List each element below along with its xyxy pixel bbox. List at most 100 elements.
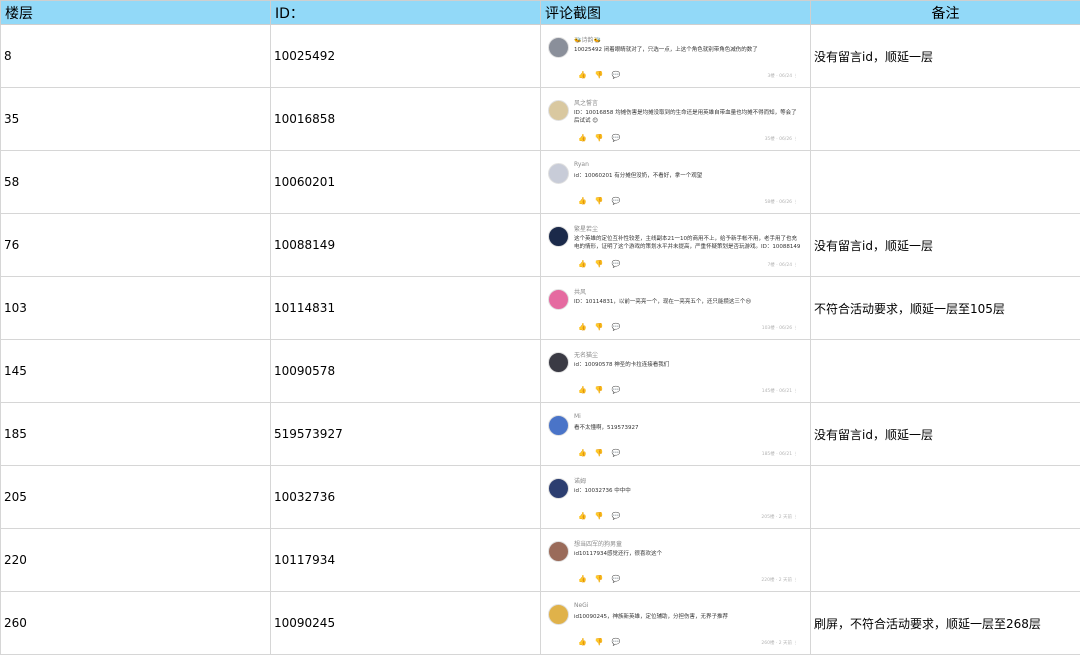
note-cell [810,87,1080,151]
comment-screenshot-cell: 繁星若尘 这个英雄的定位互补性较差，主线副本21一10的商用不上，给予新手帐不用… [540,213,811,277]
note-cell [810,339,1080,403]
thumb-down-icon: 👎 [594,323,612,331]
avatar [548,604,569,625]
comment-actions: 👍👎💬 [578,638,628,646]
thumb-up-icon: 👍 [578,575,595,583]
id-cell: 10114831 [270,276,541,340]
comment-text: id：10032736 中中中 [574,488,631,494]
comment-icon: 💬 [611,386,629,394]
thumb-down-icon: 👎 [594,449,612,457]
comment-icon: 💬 [611,323,629,331]
comment-actions: 👍👎💬 [578,260,628,268]
comment-actions: 👍👎💬 [578,197,628,205]
comment-meta: 260楼 · 2 天前 ⋮ [761,641,798,646]
thumb-down-icon: 👎 [594,134,612,142]
id-cell: 10032736 [270,465,541,529]
comment-text: id：10060201 有分摊但没奶，不看好，拿一个观望 [574,173,703,179]
more-icon: ⋮ [793,326,799,331]
thumb-down-icon: 👎 [594,575,612,583]
more-icon: ⋮ [793,200,799,205]
feedback-table: 楼层 ID： 评论截图 备注 8 10025492 🐝诗韵🐝 10025492 … [0,0,1080,655]
header-id: ID： [270,0,541,25]
comment-meta: 220楼 · 2 天前 ⋮ [761,578,798,583]
header-floor: 楼层 [0,0,271,25]
comment-text: 看不太懂啊，519573927 [574,425,639,431]
comment-text: 这个英雄的定位互补性较差，主线副本21一10的商用不上，给予新手帐不用，老手用了… [574,236,801,250]
id-cell: 10088149 [270,213,541,277]
avatar [548,289,569,310]
comment-actions: 👍👎💬 [578,134,628,142]
floor-cell: 58 [0,150,271,214]
comment-screenshot-cell: NeGi id10090245，神族新英雄，定位辅助，分担伤害，无界子推荐 👍👎… [540,591,811,655]
more-icon: ⋮ [793,74,799,79]
note-cell: 不符合活动要求，顺延一层至105层 [810,276,1080,340]
avatar [548,478,569,499]
floor-cell: 145 [0,339,271,403]
comment-username: 共风 [574,289,587,296]
note-cell [810,150,1080,214]
comment-username: 想当四军的狗男童 [574,541,623,548]
comment-username: 🐝诗韵🐝 [574,37,601,44]
floor-cell: 205 [0,465,271,529]
comment-icon: 💬 [611,71,629,79]
comment-username: Ryan [574,161,589,168]
thumb-down-icon: 👎 [594,197,612,205]
comment-text: ID：10016858 均摊伤害是均摊没取到的生命还是用英雄自带血量也均摊不得而… [574,110,797,124]
comment-meta: 7楼 · 06/24 ⋮ [767,263,799,268]
comment-icon: 💬 [611,512,629,520]
thumb-up-icon: 👍 [578,512,595,520]
floor-cell: 103 [0,276,271,340]
comment-username: NeGi [574,602,589,609]
id-cell: 10060201 [270,150,541,214]
avatar [548,226,569,247]
table-row: 103 10114831 共风 ID：10114831，以前一亮亮一个，现在一亮… [0,276,1080,340]
comment-icon: 💬 [611,197,629,205]
comment-actions: 👍👎💬 [578,323,628,331]
comment-username: 无名猫尘 [574,352,599,359]
comment-screenshot-cell: 🐝诗韵🐝 10025492 闭着眼睛就对了，只选一点，上这个角色就别带角色减伤的… [540,24,811,88]
table-row: 220 10117934 想当四军的狗男童 id10117934感觉还行，很喜欢… [0,528,1080,592]
comment-icon: 💬 [611,260,629,268]
id-cell: 519573927 [270,402,541,466]
table-row: 145 10090578 无名猫尘 id：10090578 神圣的卡拉连接看我们… [0,339,1080,403]
avatar [548,352,569,373]
comment-screenshot: 共风 ID：10114831，以前一亮亮一个，现在一亮亮五个，还只能攒这三个😢 … [544,279,806,337]
note-cell: 没有留言id，顺延一层 [810,402,1080,466]
more-icon: ⋮ [793,389,799,394]
note-cell: 没有留言id，顺延一层 [810,24,1080,88]
comment-screenshot: 🐝诗韵🐝 10025492 闭着眼睛就对了，只选一点，上这个角色就别带角色减伤的… [544,27,806,85]
table-row: 58 10060201 Ryan id：10060201 有分摊但没奶，不看好，… [0,150,1080,214]
comment-meta: 185楼 · 06/21 ⋮ [761,452,798,457]
comment-text: ID：10114831，以前一亮亮一个，现在一亮亮五个，还只能攒这三个😢 [574,299,752,305]
more-icon: ⋮ [793,263,799,268]
thumb-up-icon: 👍 [578,197,595,205]
comment-meta: 35楼 · 06/26 ⋮ [764,137,798,142]
comment-icon: 💬 [611,638,629,646]
comment-actions: 👍👎💬 [578,386,628,394]
comment-screenshot-cell: Ryan id：10060201 有分摊但没奶，不看好，拿一个观望 👍👎💬 58… [540,150,811,214]
comment-icon: 💬 [611,449,629,457]
thumb-up-icon: 👍 [578,260,595,268]
note-cell: 刷屏，不符合活动要求，顺延一层至268层 [810,591,1080,655]
id-cell: 10090578 [270,339,541,403]
comment-meta: 103楼 · 06/26 ⋮ [761,326,799,331]
table-row: 76 10088149 繁星若尘 这个英雄的定位互补性较差，主线副本21一10的… [0,213,1080,277]
table-row: 185 519573927 Mi 看不太懂啊，519573927 👍👎💬 185… [0,402,1080,466]
comment-screenshot: 诺姆 id：10032736 中中中 👍👎💬 205楼 · 2 天前 ⋮ [544,468,806,526]
comment-username: 风之誓言 [574,100,599,107]
comment-screenshot: 无名猫尘 id：10090578 神圣的卡拉连接看我们 👍👎💬 145楼 · 0… [544,342,806,400]
header-row: 楼层 ID： 评论截图 备注 [0,0,1080,25]
table-row: 260 10090245 NeGi id10090245，神族新英雄，定位辅助，… [0,591,1080,655]
comment-text: 10025492 闭着眼睛就对了，只选一点，上这个角色就别带角色减伤的数了 [574,47,758,53]
avatar [548,37,569,58]
comment-meta: 145楼 · 06/21 ⋮ [761,389,799,394]
thumb-up-icon: 👍 [578,71,595,79]
comment-username: 繁星若尘 [574,226,599,233]
comment-username: 诺姆 [574,478,587,485]
thumb-down-icon: 👎 [594,638,612,646]
comment-screenshot-cell: Mi 看不太懂啊，519573927 👍👎💬 185楼 · 06/21 ⋮ [540,402,811,466]
floor-cell: 220 [0,528,271,592]
avatar [548,541,569,562]
comment-meta: 58楼 · 06/26 ⋮ [764,200,799,205]
note-cell: 没有留言id，顺延一层 [810,213,1080,277]
